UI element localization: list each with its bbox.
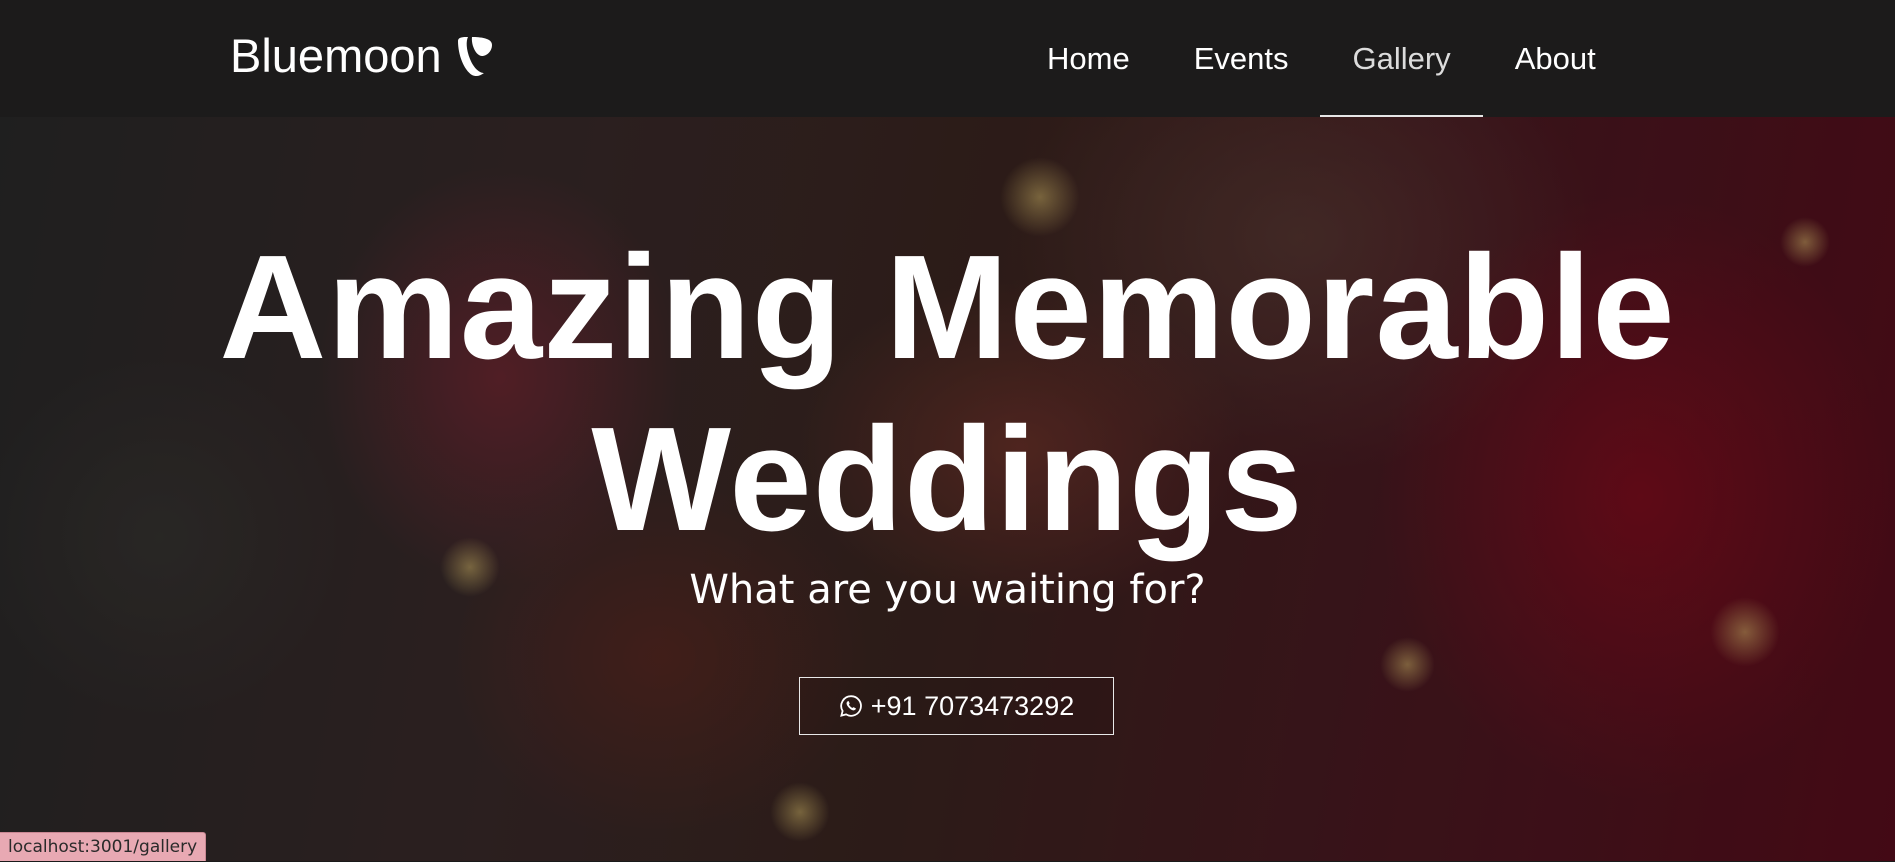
hero-subtitle: What are you waiting for? <box>0 564 1895 616</box>
hero-section: Amazing Memorable Weddings What are you … <box>0 117 1895 861</box>
brand-name: Bluemoon <box>230 28 442 84</box>
nav-link-gallery[interactable]: Gallery <box>1320 0 1482 117</box>
nav-link-about[interactable]: About <box>1483 0 1628 117</box>
typo3-logo-icon <box>454 35 494 77</box>
nav-link-home[interactable]: Home <box>1015 0 1162 117</box>
hero-title: Amazing Memorable Weddings <box>150 222 1745 566</box>
whatsapp-icon <box>839 694 863 718</box>
nav-link-events[interactable]: Events <box>1162 0 1321 117</box>
brand-link[interactable]: Bluemoon <box>230 28 494 84</box>
whatsapp-contact-button[interactable]: +91 7073473292 <box>799 677 1114 735</box>
browser-status-url: localhost:3001/gallery <box>0 832 206 861</box>
top-navbar: Bluemoon Home Events Gallery About <box>0 0 1895 117</box>
cta-label: +91 7073473292 <box>871 691 1074 722</box>
main-nav: Home Events Gallery About <box>1015 0 1628 117</box>
